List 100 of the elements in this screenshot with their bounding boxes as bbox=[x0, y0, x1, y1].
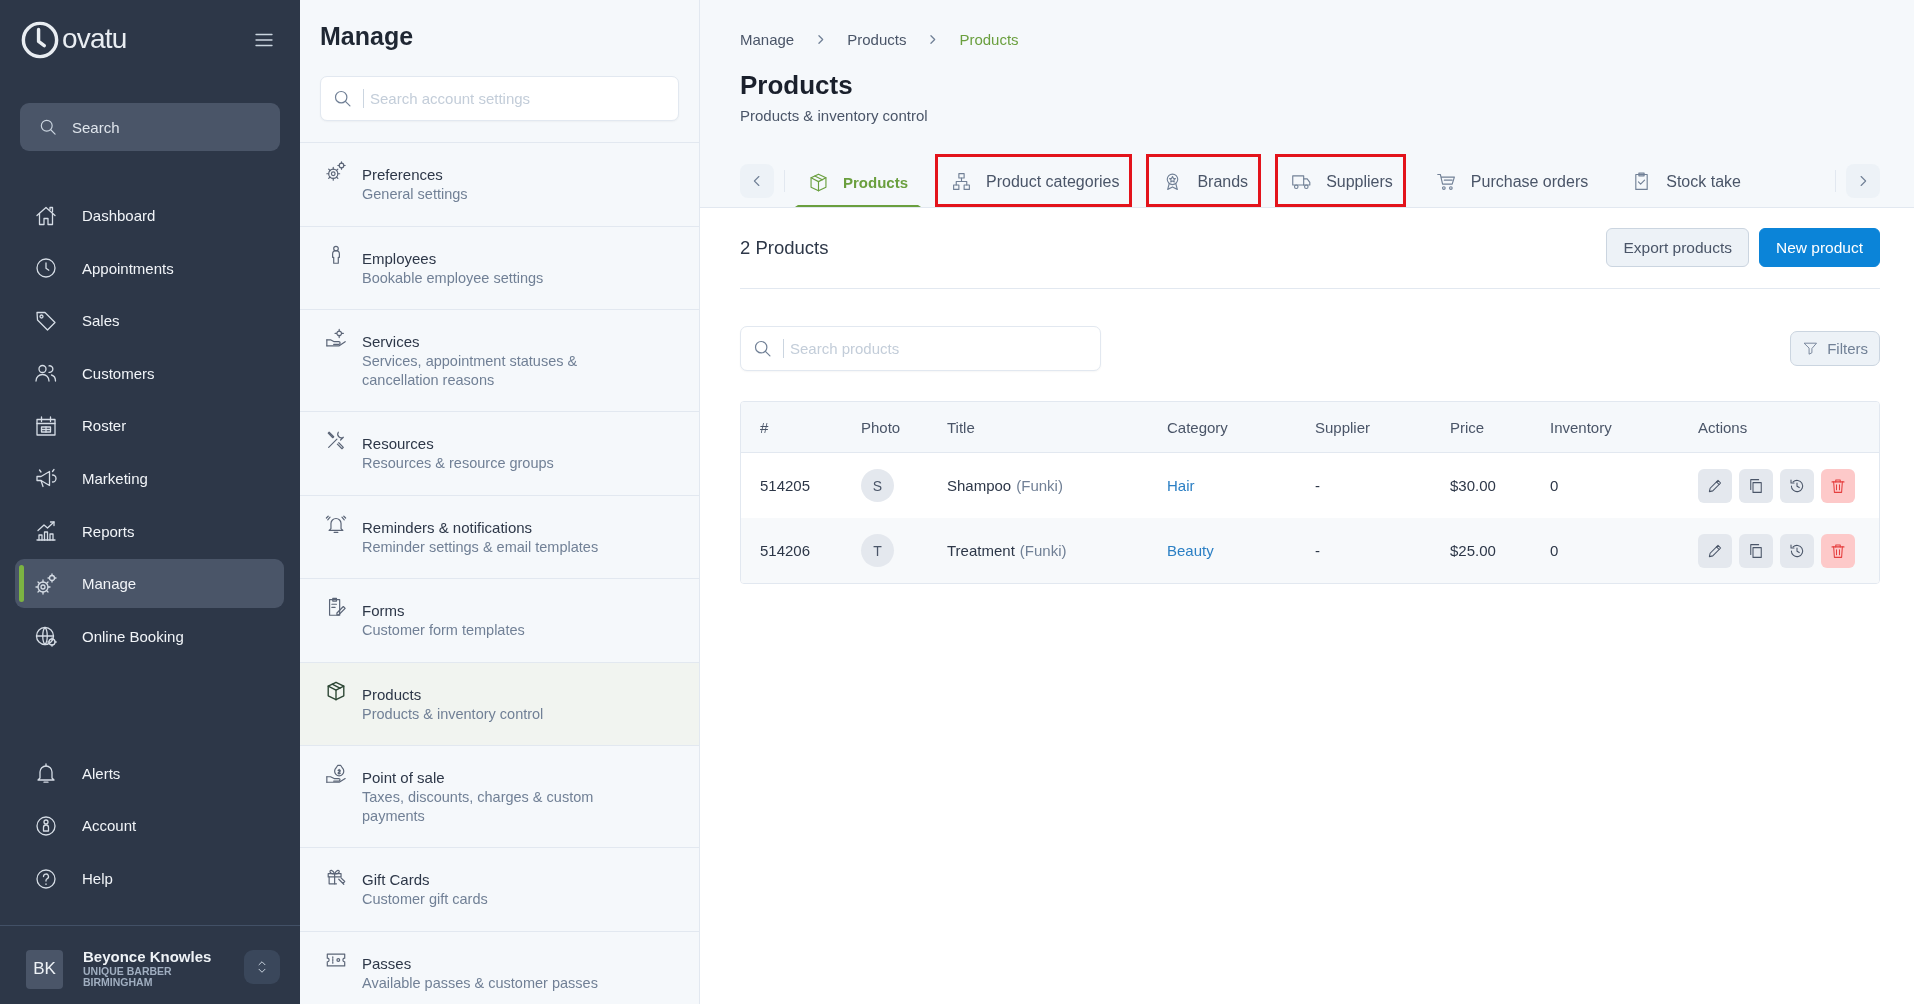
table-cell-text: - bbox=[1314, 477, 1321, 494]
settings-item[interactable]: Reminders & notifications Reminder settings & email templates bbox=[300, 495, 699, 579]
product-name: Treatment bbox=[947, 542, 1015, 559]
tab[interactable]: Suppliers bbox=[1275, 154, 1406, 207]
nav-item[interactable]: Customers bbox=[15, 348, 284, 398]
gears-icon bbox=[34, 571, 58, 596]
search-icon bbox=[752, 338, 773, 359]
settings-item[interactable]: Preferences General settings bbox=[300, 143, 699, 227]
breadcrumb-link[interactable]: Manage bbox=[740, 30, 795, 48]
column-header: Actions bbox=[1697, 418, 1749, 436]
tab[interactable]: Brands bbox=[1146, 154, 1262, 207]
tab[interactable]: Stock take bbox=[1615, 154, 1754, 207]
tab[interactable]: Purchase orders bbox=[1419, 154, 1602, 207]
column-header: Title bbox=[946, 418, 976, 436]
nav-item[interactable]: Online Booking bbox=[15, 611, 284, 661]
table-cell-text: 514206 bbox=[759, 542, 812, 559]
trash-icon bbox=[1829, 541, 1847, 560]
settings-item[interactable]: Resources Resources & resource groups bbox=[300, 412, 699, 496]
search-icon bbox=[38, 117, 58, 137]
column-header: Category bbox=[1166, 418, 1229, 436]
settings-item[interactable]: Services Services, appointment statuses & cancellation reasons bbox=[300, 310, 699, 412]
product-photo-avatar: T bbox=[861, 534, 894, 567]
tab[interactable]: Product categories bbox=[935, 154, 1133, 207]
brand-name: (Funki) bbox=[1016, 477, 1063, 494]
hand-money-bag-icon bbox=[325, 763, 347, 785]
panel-title: Manage bbox=[320, 21, 415, 52]
delete-button[interactable] bbox=[1821, 468, 1855, 503]
nav-item[interactable]: Appointments bbox=[15, 243, 284, 293]
nav-item[interactable]: Alerts bbox=[15, 748, 284, 798]
search-field[interactable]: Search products bbox=[740, 326, 1101, 371]
user-name: Beyonce Knowles bbox=[83, 948, 213, 966]
globe-icon bbox=[34, 624, 58, 649]
nav-item[interactable]: Marketing bbox=[15, 453, 284, 503]
cart-icon bbox=[1435, 171, 1457, 192]
column-header: Photo bbox=[860, 418, 902, 436]
box-icon bbox=[808, 171, 829, 193]
new-product-button[interactable]: New product bbox=[1759, 228, 1880, 267]
filter-icon bbox=[1802, 340, 1820, 357]
organization-name: UNIQUE BARBER BIRMINGHAM bbox=[83, 966, 173, 988]
column-header: Price bbox=[1449, 418, 1486, 436]
product-count: 2 Products bbox=[740, 236, 829, 259]
clock-icon bbox=[34, 256, 58, 281]
history-button[interactable] bbox=[1780, 533, 1814, 568]
clock-logo-icon bbox=[21, 21, 59, 59]
page-title: Products bbox=[740, 69, 854, 101]
breadcrumb-link[interactable]: Products bbox=[847, 30, 907, 48]
settings-item[interactable]: Products Products & inventory control bbox=[300, 662, 699, 746]
nav-item[interactable]: Sales bbox=[15, 296, 284, 346]
nav-item[interactable]: Reports bbox=[15, 506, 284, 556]
user-avatar: BK bbox=[26, 949, 63, 989]
settings-item[interactable]: Passes Available passes & customer passes bbox=[300, 931, 699, 1004]
category-link[interactable]: Hair bbox=[1167, 477, 1195, 494]
search-field[interactable]: Search account settings bbox=[320, 76, 679, 121]
export-button[interactable]: Export products bbox=[1606, 228, 1749, 267]
settings-item[interactable]: Gift Cards Customer gift cards bbox=[300, 848, 699, 932]
account-switch-button[interactable] bbox=[244, 950, 280, 984]
search-field[interactable]: Search bbox=[20, 103, 280, 151]
column-header: Inventory bbox=[1549, 418, 1613, 436]
nav-item[interactable]: Dashboard bbox=[15, 191, 284, 240]
copy-icon bbox=[1747, 541, 1765, 560]
history-button[interactable] bbox=[1780, 468, 1814, 503]
product-photo-avatar: S bbox=[861, 469, 894, 502]
brand-name: (Funki) bbox=[1019, 542, 1067, 559]
trash-icon bbox=[1829, 476, 1847, 495]
table-cell-text: 514205 bbox=[759, 477, 812, 494]
table-cell-text: - bbox=[1314, 542, 1321, 559]
gears-icon bbox=[325, 160, 347, 182]
column-header: # bbox=[759, 418, 770, 436]
bar-chart-icon bbox=[34, 519, 58, 544]
table-cell-text: 0 bbox=[1549, 542, 1560, 559]
nav-item[interactable]: Account bbox=[15, 801, 284, 851]
table-cell-text: 0 bbox=[1549, 477, 1560, 494]
settings-item[interactable]: Forms Customer form templates bbox=[300, 579, 699, 663]
hand-gear-icon bbox=[325, 327, 347, 349]
column-header: Supplier bbox=[1314, 418, 1372, 436]
nav-item[interactable]: Manage bbox=[15, 559, 284, 609]
search-icon bbox=[332, 88, 353, 109]
filters-button[interactable]: Filters bbox=[1790, 331, 1880, 366]
person-circle-icon bbox=[34, 813, 58, 838]
table-cell-text: $30.00 bbox=[1449, 477, 1497, 494]
table-cell-text: $25.00 bbox=[1449, 542, 1497, 559]
hierarchy-icon bbox=[951, 171, 972, 192]
delete-button[interactable] bbox=[1821, 533, 1855, 568]
edit-button[interactable] bbox=[1698, 468, 1732, 503]
settings-item[interactable]: Point of sale Taxes, discounts, charges & custom payments bbox=[300, 746, 699, 848]
logo-text: ovatu bbox=[62, 22, 127, 56]
page-subtitle: Products & inventory control bbox=[740, 106, 929, 126]
help-icon bbox=[34, 866, 58, 891]
settings-item[interactable]: Employees Bookable employee settings bbox=[300, 226, 699, 310]
duplicate-button[interactable] bbox=[1739, 468, 1773, 503]
tools-icon bbox=[325, 429, 347, 451]
category-link[interactable]: Beauty bbox=[1167, 542, 1214, 559]
product-name: Shampoo bbox=[947, 477, 1012, 494]
duplicate-button[interactable] bbox=[1739, 533, 1773, 568]
copy-icon bbox=[1747, 476, 1765, 495]
calendar-icon bbox=[34, 413, 58, 438]
nav-item[interactable]: Help bbox=[15, 854, 284, 903]
box-icon bbox=[325, 679, 347, 702]
nav-item[interactable]: Roster bbox=[15, 401, 284, 451]
edit-button[interactable] bbox=[1698, 533, 1732, 568]
